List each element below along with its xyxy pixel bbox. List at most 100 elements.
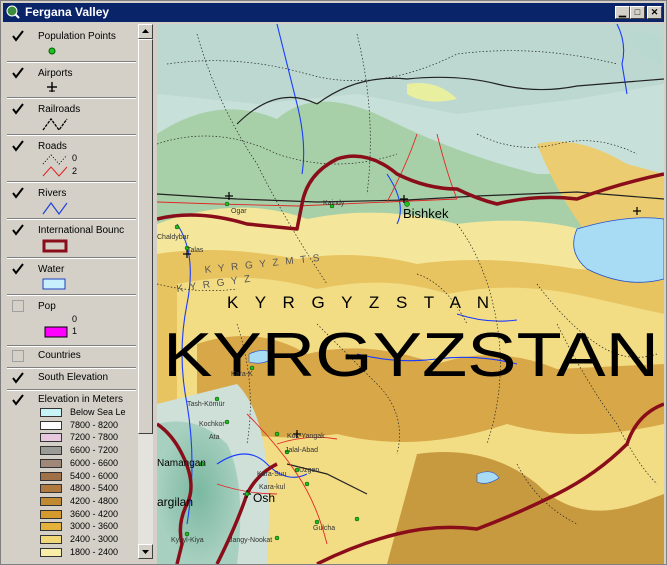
label-kara-k: Kara-K <box>231 371 253 378</box>
layer-countries[interactable]: Countries <box>8 347 136 367</box>
layer-population-points[interactable]: Population Points <box>8 28 136 58</box>
map-display[interactable]: Bishkek Kaindy Ogar Chaldybar Talas K Y … <box>157 24 664 564</box>
layer-label: Water <box>38 264 65 275</box>
elevation-legend-row: Below Sea Le <box>40 407 136 418</box>
layer-label: Population Points <box>38 31 116 42</box>
checkbox-checked-icon[interactable] <box>12 263 24 275</box>
elevation-swatch <box>40 408 62 417</box>
layer-label: Countries <box>38 350 81 361</box>
elevation-range-label: 5400 - 6000 <box>70 470 119 481</box>
elevation-range-label: Below Sea Le <box>70 407 126 417</box>
label-gulcha: Gulcha <box>313 525 335 532</box>
title-bar[interactable]: Fergana Valley ▁ □ ✕ <box>3 3 664 22</box>
label-kaindy: Kaindy <box>323 200 345 207</box>
elevation-legend-row: 6000 - 6600 <box>40 457 136 469</box>
checkbox-checked-icon[interactable] <box>12 224 24 236</box>
pop-class-label: 1 <box>72 326 78 336</box>
close-icon: ✕ <box>650 7 659 17</box>
label-country-spaced: K Y R G Y Z S T A N <box>227 293 495 312</box>
elevation-legend-row: 7800 - 8200 <box>40 419 136 431</box>
scroll-thumb[interactable] <box>138 39 153 434</box>
road-class-label: 0 <box>72 153 78 163</box>
elevation-legend-row: 3000 - 3600 <box>40 521 136 532</box>
elevation-range-label: 7200 - 7800 <box>70 432 119 443</box>
layer-label: Railroads <box>38 104 81 115</box>
elevation-range-label: 3000 - 3600 <box>70 521 119 532</box>
label-kochkor: Kochkor <box>199 421 225 428</box>
checkbox-checked-icon[interactable] <box>12 30 24 42</box>
river-symbol-icon <box>42 201 68 216</box>
toc-scrollbar[interactable] <box>138 24 153 559</box>
label-chaldybar: Chaldybar <box>157 234 190 241</box>
elevation-swatch <box>40 484 62 494</box>
water-symbol-icon <box>42 278 66 290</box>
label-jalal-abad: Jalal-Abad <box>285 447 318 454</box>
label-kok-yangak: Kok-Yangak <box>287 433 325 440</box>
elevation-legend-row: 4800 - 5400 <box>40 483 136 494</box>
layer-pop[interactable]: Pop 0 1 <box>8 297 136 343</box>
close-button[interactable]: ✕ <box>647 6 662 19</box>
layer-south-elevation[interactable]: South Elevation <box>8 369 136 389</box>
label-ata: Ata <box>209 434 220 441</box>
airport-symbol-icon <box>47 82 57 92</box>
label-ogar: Ogar <box>231 208 247 215</box>
checkbox-unchecked-icon[interactable] <box>12 300 24 312</box>
arrow-up-icon <box>142 29 149 33</box>
maximize-button[interactable]: □ <box>630 6 645 19</box>
layer-label: Roads <box>38 141 67 152</box>
label-kyzyl-kiya: Kyzyl-Kiya <box>171 537 204 544</box>
layer-railroads[interactable]: Railroads <box>8 100 136 134</box>
separator <box>7 181 136 183</box>
globe-app-icon <box>6 5 20 19</box>
road-class-2-symbol-icon <box>42 166 68 177</box>
layer-airports[interactable]: Airports <box>8 64 136 96</box>
separator <box>7 97 136 99</box>
label-osh: Osh <box>253 491 275 505</box>
checkbox-checked-icon[interactable] <box>12 140 24 152</box>
layer-label: South Elevation <box>38 372 109 383</box>
layer-water[interactable]: Water <box>8 260 136 294</box>
layer-label: Rivers <box>38 188 67 199</box>
road-class-label: 2 <box>72 166 78 176</box>
elevation-swatch <box>40 522 62 532</box>
maximize-icon: □ <box>634 7 641 17</box>
table-of-contents: Population Points Airports Railroads Roa… <box>4 24 136 559</box>
elevation-swatch <box>40 458 62 468</box>
separator <box>7 134 136 136</box>
layer-label: Airports <box>38 68 73 79</box>
elevation-swatch <box>40 446 62 456</box>
layer-international-boundaries[interactable]: International Bounc <box>8 221 136 257</box>
scroll-down-button[interactable] <box>138 544 153 559</box>
layer-label: Elevation in Meters <box>38 394 124 405</box>
pop-class-label: 0 <box>72 314 78 324</box>
arrow-down-icon <box>142 550 149 554</box>
checkbox-checked-icon[interactable] <box>12 103 24 115</box>
checkbox-checked-icon[interactable] <box>12 67 24 79</box>
separator <box>7 294 136 296</box>
label-jangy-nookat: Jangy-Nookat <box>229 537 272 544</box>
application-window: Fergana Valley ▁ □ ✕ Population Points A… <box>0 0 667 565</box>
layer-label: Pop <box>38 301 56 312</box>
elevation-swatch <box>40 420 62 430</box>
checkbox-checked-icon[interactable] <box>12 372 24 384</box>
separator <box>7 61 136 63</box>
map-canvas[interactable]: Bishkek Kaindy Ogar Chaldybar Talas K Y … <box>157 24 664 564</box>
elevation-legend-row: 7200 - 7800 <box>40 432 136 443</box>
checkbox-unchecked-icon[interactable] <box>12 350 24 362</box>
scroll-up-button[interactable] <box>138 24 153 39</box>
label-talas: Talas <box>187 247 204 254</box>
checkbox-checked-icon[interactable] <box>12 187 24 199</box>
elevation-range-label: 6000 - 6600 <box>70 457 119 468</box>
elevation-range-label: 4200 - 4800 <box>70 495 119 506</box>
label-country-large: KYRGYZSTAN <box>163 321 659 390</box>
layer-rivers[interactable]: Rivers <box>8 184 136 218</box>
checkbox-checked-icon[interactable] <box>12 394 24 406</box>
layer-roads[interactable]: Roads 0 2 <box>8 137 136 181</box>
railroad-symbol-icon <box>42 117 68 132</box>
elevation-range-label: 2400 - 3000 <box>70 534 119 544</box>
window-title: Fergana Valley <box>25 5 110 19</box>
elevation-range-label: 7800 - 8200 <box>70 419 119 430</box>
minimize-button[interactable]: ▁ <box>615 6 630 19</box>
elevation-range-label: 1800 - 2400 <box>70 546 119 557</box>
separator <box>7 257 136 259</box>
